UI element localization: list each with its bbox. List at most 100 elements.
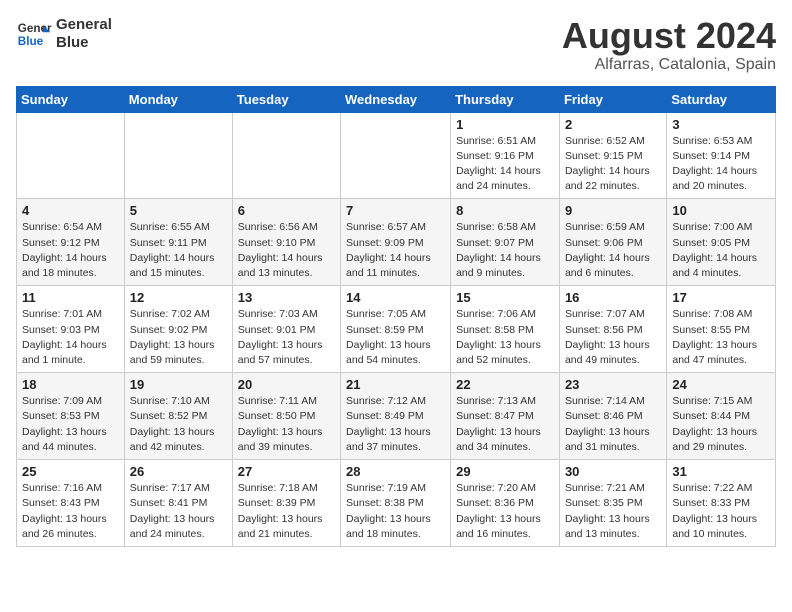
- calendar-week-5: 25Sunrise: 7:16 AM Sunset: 8:43 PM Dayli…: [17, 460, 776, 547]
- day-number: 23: [565, 377, 661, 392]
- calendar-cell: 16 Sunrise: 7:07 AM Sunset: 8:56 PM Dayli…: [559, 286, 666, 373]
- calendar-cell: 25Sunrise: 7:16 AM Sunset: 8:43 PM Dayli…: [17, 460, 125, 547]
- calendar-cell: [341, 112, 451, 199]
- logo-blue: Blue: [56, 34, 112, 52]
- col-header-sunday: Sunday: [17, 86, 125, 112]
- calendar-cell: 20Sunrise: 7:11 AM Sunset: 8:50 PM Dayli…: [232, 373, 340, 460]
- col-header-saturday: Saturday: [667, 86, 776, 112]
- calendar-cell: 5 Sunrise: 6:55 AM Sunset: 9:11 PM Daylig…: [124, 199, 232, 286]
- day-info: Sunrise: 7:22 AM Sunset: 8:33 PM Dayligh…: [672, 481, 770, 542]
- day-info: Sunrise: 6:51 AM Sunset: 9:16 PM Dayligh…: [456, 134, 554, 195]
- calendar-cell: 27Sunrise: 7:18 AM Sunset: 8:39 PM Dayli…: [232, 460, 340, 547]
- day-number: 6: [238, 203, 335, 218]
- day-number: 11: [22, 290, 119, 305]
- day-info: Sunrise: 7:05 AM Sunset: 8:59 PM Dayligh…: [346, 307, 445, 368]
- calendar-week-4: 18 Sunrise: 7:09 AM Sunset: 8:53 PM Dayli…: [17, 373, 776, 460]
- calendar-cell: 26 Sunrise: 7:17 AM Sunset: 8:41 PM Dayli…: [124, 460, 232, 547]
- calendar-cell: 24 Sunrise: 7:15 AM Sunset: 8:44 PM Dayli…: [667, 373, 776, 460]
- day-info: Sunrise: 7:07 AM Sunset: 8:56 PM Dayligh…: [565, 307, 661, 368]
- day-info: Sunrise: 7:19 AM Sunset: 8:38 PM Dayligh…: [346, 481, 445, 542]
- calendar-cell: [17, 112, 125, 199]
- header: General Blue General Blue August 2024 Al…: [16, 16, 776, 74]
- day-number: 1: [456, 117, 554, 132]
- calendar-table: SundayMondayTuesdayWednesdayThursdayFrid…: [16, 86, 776, 547]
- day-number: 18: [22, 377, 119, 392]
- calendar-cell: 31 Sunrise: 7:22 AM Sunset: 8:33 PM Dayli…: [667, 460, 776, 547]
- day-info: Sunrise: 7:08 AM Sunset: 8:55 PM Dayligh…: [672, 307, 770, 368]
- col-header-monday: Monday: [124, 86, 232, 112]
- day-info: Sunrise: 7:20 AM Sunset: 8:36 PM Dayligh…: [456, 481, 554, 542]
- day-number: 7: [346, 203, 445, 218]
- day-number: 14: [346, 290, 445, 305]
- logo-general: General: [56, 16, 112, 34]
- day-info: Sunrise: 7:03 AM Sunset: 9:01 PM Dayligh…: [238, 307, 335, 368]
- day-number: 19: [130, 377, 227, 392]
- calendar-cell: 12 Sunrise: 7:02 AM Sunset: 9:02 PM Dayli…: [124, 286, 232, 373]
- calendar-cell: 11 Sunrise: 7:01 AM Sunset: 9:03 PM Dayli…: [17, 286, 125, 373]
- calendar-week-1: 1 Sunrise: 6:51 AM Sunset: 9:16 PM Daylig…: [17, 112, 776, 199]
- day-number: 27: [238, 464, 335, 479]
- calendar-week-3: 11 Sunrise: 7:01 AM Sunset: 9:03 PM Dayli…: [17, 286, 776, 373]
- day-info: Sunrise: 7:00 AM Sunset: 9:05 PM Dayligh…: [672, 220, 770, 281]
- calendar-cell: 28Sunrise: 7:19 AM Sunset: 8:38 PM Dayli…: [341, 460, 451, 547]
- calendar-cell: 3Sunrise: 6:53 AM Sunset: 9:14 PM Daylig…: [667, 112, 776, 199]
- day-number: 13: [238, 290, 335, 305]
- day-info: Sunrise: 7:21 AM Sunset: 8:35 PM Dayligh…: [565, 481, 661, 542]
- day-info: Sunrise: 7:11 AM Sunset: 8:50 PM Dayligh…: [238, 394, 335, 455]
- col-header-friday: Friday: [559, 86, 666, 112]
- day-number: 22: [456, 377, 554, 392]
- day-number: 8: [456, 203, 554, 218]
- day-number: 26: [130, 464, 227, 479]
- day-info: Sunrise: 6:56 AM Sunset: 9:10 PM Dayligh…: [238, 220, 335, 281]
- day-number: 3: [672, 117, 770, 132]
- day-number: 31: [672, 464, 770, 479]
- day-number: 15: [456, 290, 554, 305]
- calendar-cell: 2 Sunrise: 6:52 AM Sunset: 9:15 PM Daylig…: [559, 112, 666, 199]
- day-info: Sunrise: 6:55 AM Sunset: 9:11 PM Dayligh…: [130, 220, 227, 281]
- day-info: Sunrise: 7:02 AM Sunset: 9:02 PM Dayligh…: [130, 307, 227, 368]
- day-number: 24: [672, 377, 770, 392]
- day-info: Sunrise: 7:06 AM Sunset: 8:58 PM Dayligh…: [456, 307, 554, 368]
- day-number: 30: [565, 464, 661, 479]
- calendar-cell: 4 Sunrise: 6:54 AM Sunset: 9:12 PM Daylig…: [17, 199, 125, 286]
- day-info: Sunrise: 6:52 AM Sunset: 9:15 PM Dayligh…: [565, 134, 661, 195]
- calendar-cell: 21Sunrise: 7:12 AM Sunset: 8:49 PM Dayli…: [341, 373, 451, 460]
- day-info: Sunrise: 7:10 AM Sunset: 8:52 PM Dayligh…: [130, 394, 227, 455]
- svg-text:Blue: Blue: [18, 35, 44, 48]
- logo-svg: General Blue: [16, 16, 52, 52]
- logo: General Blue General Blue: [16, 16, 112, 52]
- day-number: 2: [565, 117, 661, 132]
- day-info: Sunrise: 6:58 AM Sunset: 9:07 PM Dayligh…: [456, 220, 554, 281]
- title-area: August 2024 Alfarras, Catalonia, Spain: [562, 16, 776, 74]
- day-info: Sunrise: 7:09 AM Sunset: 8:53 PM Dayligh…: [22, 394, 119, 455]
- calendar-cell: 29Sunrise: 7:20 AM Sunset: 8:36 PM Dayli…: [451, 460, 560, 547]
- day-number: 10: [672, 203, 770, 218]
- header-row: SundayMondayTuesdayWednesdayThursdayFrid…: [17, 86, 776, 112]
- location-subtitle: Alfarras, Catalonia, Spain: [562, 56, 776, 74]
- day-info: Sunrise: 6:59 AM Sunset: 9:06 PM Dayligh…: [565, 220, 661, 281]
- day-info: Sunrise: 7:16 AM Sunset: 8:43 PM Dayligh…: [22, 481, 119, 542]
- calendar-cell: 10 Sunrise: 7:00 AM Sunset: 9:05 PM Dayli…: [667, 199, 776, 286]
- day-number: 16: [565, 290, 661, 305]
- calendar-cell: [124, 112, 232, 199]
- day-number: 4: [22, 203, 119, 218]
- day-info: Sunrise: 7:17 AM Sunset: 8:41 PM Dayligh…: [130, 481, 227, 542]
- calendar-cell: 7 Sunrise: 6:57 AM Sunset: 9:09 PM Daylig…: [341, 199, 451, 286]
- calendar-cell: 13 Sunrise: 7:03 AM Sunset: 9:01 PM Dayli…: [232, 286, 340, 373]
- day-number: 21: [346, 377, 445, 392]
- day-info: Sunrise: 6:54 AM Sunset: 9:12 PM Dayligh…: [22, 220, 119, 281]
- day-number: 17: [672, 290, 770, 305]
- calendar-cell: 22 Sunrise: 7:13 AM Sunset: 8:47 PM Dayli…: [451, 373, 560, 460]
- day-number: 5: [130, 203, 227, 218]
- day-info: Sunrise: 7:13 AM Sunset: 8:47 PM Dayligh…: [456, 394, 554, 455]
- day-info: Sunrise: 7:15 AM Sunset: 8:44 PM Dayligh…: [672, 394, 770, 455]
- day-info: Sunrise: 6:57 AM Sunset: 9:09 PM Dayligh…: [346, 220, 445, 281]
- day-info: Sunrise: 7:14 AM Sunset: 8:46 PM Dayligh…: [565, 394, 661, 455]
- day-number: 12: [130, 290, 227, 305]
- calendar-cell: 30 Sunrise: 7:21 AM Sunset: 8:35 PM Dayli…: [559, 460, 666, 547]
- day-info: Sunrise: 7:01 AM Sunset: 9:03 PM Dayligh…: [22, 307, 119, 368]
- calendar-cell: 19 Sunrise: 7:10 AM Sunset: 8:52 PM Dayli…: [124, 373, 232, 460]
- calendar-cell: 23 Sunrise: 7:14 AM Sunset: 8:46 PM Dayli…: [559, 373, 666, 460]
- calendar-cell: 17 Sunrise: 7:08 AM Sunset: 8:55 PM Dayli…: [667, 286, 776, 373]
- calendar-cell: 9Sunrise: 6:59 AM Sunset: 9:06 PM Daylig…: [559, 199, 666, 286]
